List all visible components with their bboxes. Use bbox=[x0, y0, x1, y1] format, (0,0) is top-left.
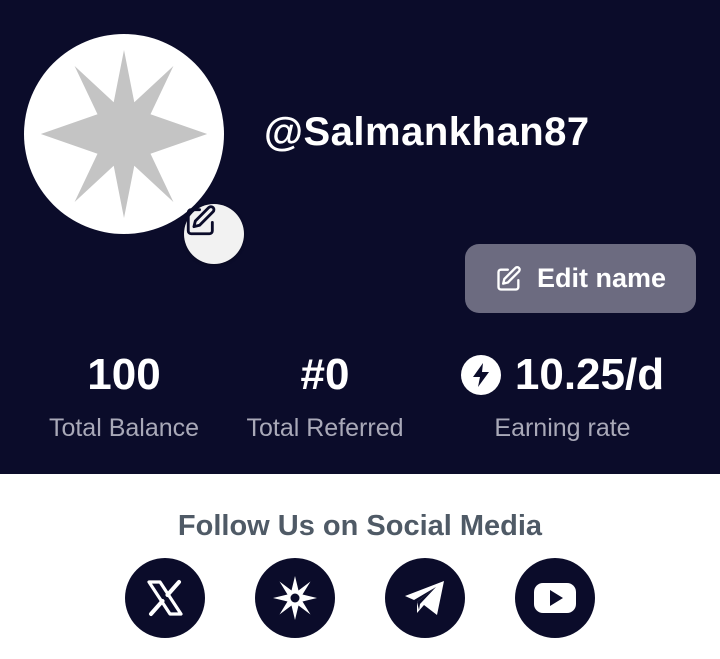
social-section: Follow Us on Social Media bbox=[0, 474, 720, 659]
edit-name-label: Edit name bbox=[536, 263, 667, 293]
x-icon bbox=[147, 580, 183, 616]
edit-name-button[interactable]: Edit name bbox=[465, 244, 696, 313]
edit-icon bbox=[497, 265, 521, 291]
edit-icon bbox=[186, 205, 216, 236]
star-link[interactable] bbox=[255, 558, 335, 638]
stat-label: Earning rate bbox=[494, 414, 631, 442]
stat-label: Total Balance bbox=[48, 414, 200, 442]
stat-earning-rate: 10.25/d Earning rate bbox=[440, 350, 685, 443]
username: @Salmankhan87 bbox=[264, 110, 590, 154]
youtube-link[interactable] bbox=[515, 558, 595, 638]
stat-total-referred: #0 Total Referred bbox=[225, 350, 425, 443]
stat-total-balance: 100 Total Balance bbox=[24, 350, 224, 443]
profile-header: @Salmankhan87 Edit name 100 Total Balanc… bbox=[0, 0, 720, 474]
stat-value-row: 10.25/d bbox=[440, 350, 685, 400]
stat-value: 100 bbox=[87, 350, 161, 399]
earning-rate-value: 10.25/d bbox=[514, 350, 665, 399]
telegram-link[interactable] bbox=[385, 558, 465, 638]
star-icon bbox=[273, 576, 317, 620]
stat-value: #0 bbox=[300, 350, 350, 399]
avatar[interactable] bbox=[24, 34, 244, 264]
youtube-icon bbox=[534, 583, 576, 613]
stat-label: Total Referred bbox=[246, 414, 404, 442]
x-link[interactable] bbox=[125, 558, 205, 638]
social-title: Follow Us on Social Media bbox=[177, 510, 543, 542]
lightning-icon bbox=[460, 355, 501, 395]
avatar-edit-button[interactable] bbox=[184, 204, 244, 264]
telegram-icon bbox=[405, 581, 444, 615]
